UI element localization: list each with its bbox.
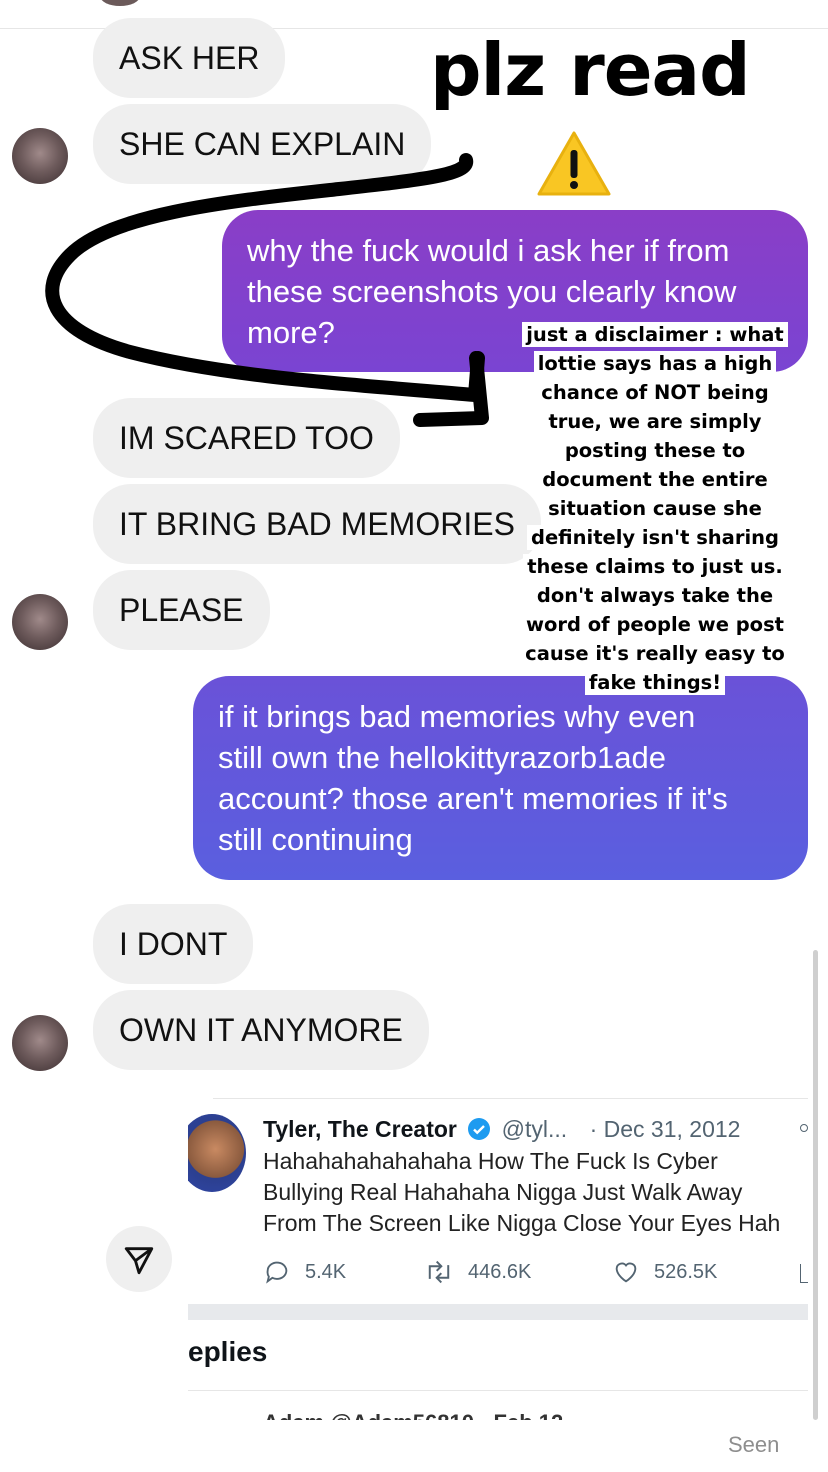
heart-icon	[615, 1262, 637, 1283]
disclaimer-line: posting these to	[560, 438, 750, 463]
incoming-message[interactable]: OWN IT ANYMORE	[93, 990, 429, 1070]
tweet-date: · Dec 31, 2012	[589, 1116, 741, 1142]
retweet-stat: 446.6K	[424, 1258, 531, 1286]
incoming-message[interactable]: I DONT	[93, 904, 254, 984]
message-line: still own the hellokittyrazorb1ade	[218, 740, 667, 775]
sender-avatar[interactable]	[12, 594, 68, 650]
tweet-header: Tyler, The Creator @tyl... · Dec 31, 201…	[263, 1116, 740, 1147]
more-options-icon	[800, 1124, 808, 1132]
disclaimer-line: fake things!	[584, 670, 726, 695]
disclaimer-line: true, we are simply	[544, 409, 766, 434]
message-line: account? those aren't memories if it's	[218, 781, 728, 816]
message-line: still continuing	[218, 822, 413, 857]
message-text: PLEASE	[119, 591, 244, 628]
tweet-handle: @tyl...	[501, 1116, 568, 1142]
verified-badge-icon	[467, 1117, 491, 1147]
reply-stat: 5.4K	[263, 1258, 346, 1286]
shared-tweet-image[interactable]: Tyler, The Creator @tyl... · Dec 31, 201…	[188, 1098, 808, 1420]
message-line: if it brings bad memories why even	[218, 699, 696, 734]
incoming-message[interactable]: IT BRING BAD MEMORIES	[93, 484, 541, 564]
paper-plane-icon	[124, 1247, 154, 1275]
incoming-message[interactable]: PLEASE	[93, 570, 270, 650]
divider	[188, 1390, 808, 1391]
disclaimer-line: cause it's really easy to	[521, 641, 789, 666]
section-separator	[188, 1304, 808, 1320]
reply-icon	[266, 1261, 288, 1284]
like-count: 526.5K	[654, 1260, 718, 1283]
disclaimer-line: these claims to just us.	[523, 554, 787, 579]
replies-header: eplies	[188, 1336, 268, 1367]
tweet-line: Bullying Real Hahahaha Nigga Just Walk A…	[263, 1179, 743, 1205]
next-reply-preview: Adam @Adam56810 · Feb 12	[263, 1410, 563, 1420]
disclaimer-line: just a disclaimer : what	[522, 322, 788, 347]
share-button[interactable]	[106, 1226, 172, 1292]
disclaimer-line: chance of NOT being	[537, 380, 773, 405]
disclaimer-line: word of people we post	[522, 612, 788, 637]
outgoing-message[interactable]: if it brings bad memories why even still…	[193, 676, 808, 880]
retweet-count: 446.6K	[468, 1260, 532, 1283]
tweet-author-name: Tyler, The Creator	[263, 1116, 457, 1142]
sender-avatar[interactable]	[12, 1015, 68, 1071]
tweet-line: Hahahahahahahaha How The Fuck Is Cyber	[263, 1148, 718, 1174]
tweet-text: Hahahahahahahaha How The Fuck Is Cyber B…	[263, 1146, 808, 1239]
disclaimer-text: just a disclaimer : what lottie says has…	[520, 320, 790, 697]
disclaimer-line: document the entire	[538, 467, 772, 492]
retweet-icon	[428, 1260, 450, 1284]
seen-status: Seen	[728, 1432, 780, 1457]
like-stat: 526.5K	[612, 1258, 717, 1286]
tweet-avatar	[188, 1114, 246, 1192]
message-text: IT BRING BAD MEMORIES	[119, 505, 515, 542]
share-icon	[800, 1264, 808, 1283]
message-text: OWN IT ANYMORE	[119, 1011, 403, 1048]
divider	[213, 1098, 808, 1099]
disclaimer-line: definitely isn't sharing	[527, 525, 783, 550]
tweet-line: From The Screen Like Nigga Close Your Ey…	[263, 1210, 781, 1236]
disclaimer-line: don't always take the	[532, 583, 778, 608]
message-text: I DONT	[119, 925, 228, 962]
disclaimer-line: situation cause she	[544, 496, 766, 521]
reply-count: 5.4K	[305, 1260, 347, 1283]
disclaimer-line: lottie says has a high	[533, 351, 777, 376]
scrollbar[interactable]	[813, 950, 818, 1420]
